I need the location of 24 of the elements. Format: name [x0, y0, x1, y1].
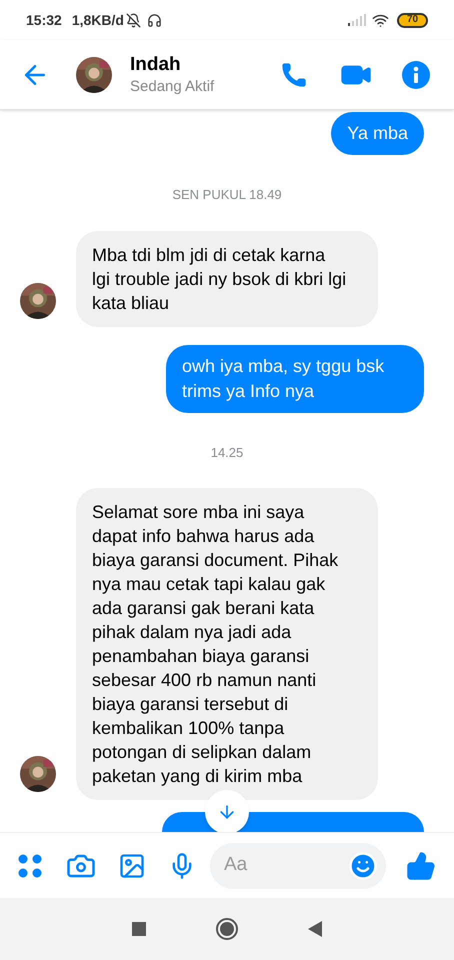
info-button[interactable]: [402, 60, 430, 88]
like-button[interactable]: [406, 850, 436, 880]
received-message: Selamat sore mba ini saya dapat info bahwa harus ada biaya garansi document. Pihak nya mau cetak tapi kalau gak ada garansi gak berani kata pihak dalam nya jadi ada penambahan biaya garansi sebesar 400 rb namun nanti biaya garansi tersebut di kembalikan 100% tanpa potongan di selipkan dalam paketan yang di kirim mba: [76, 488, 378, 800]
battery-icon: 70: [397, 12, 428, 28]
timestamp: 14.25: [210, 444, 244, 462]
timestamp: SEN PUKUL 18.49: [172, 186, 282, 204]
signal-icon: [348, 14, 366, 26]
sent-message: Ya mba: [331, 112, 424, 155]
apps-button[interactable]: [18, 854, 42, 878]
gallery-button[interactable]: [118, 852, 146, 880]
emoji-icon[interactable]: [348, 850, 378, 880]
text-input[interactable]: Aa: [224, 851, 348, 880]
network-speed: 1,8KB/d: [72, 10, 124, 30]
received-message: Mba tdi blm jdi di cetak karna lgi trouble jadi ny bsok di kbri lgi kata bliau: [76, 230, 378, 326]
clock: 15:32: [26, 10, 62, 30]
call-button[interactable]: [280, 60, 308, 88]
back-nav-button[interactable]: [308, 921, 322, 937]
message-field[interactable]: Aa: [210, 842, 386, 888]
headphones-icon: [146, 12, 162, 28]
muted-bell-icon: [126, 12, 141, 28]
contact-name: Indah: [130, 52, 182, 76]
sent-message: owh iya mba, sy tggu bsk trims ya Info nya: [166, 344, 424, 412]
active-status: Sedang Aktif: [130, 76, 216, 96]
home-button[interactable]: [216, 918, 238, 940]
